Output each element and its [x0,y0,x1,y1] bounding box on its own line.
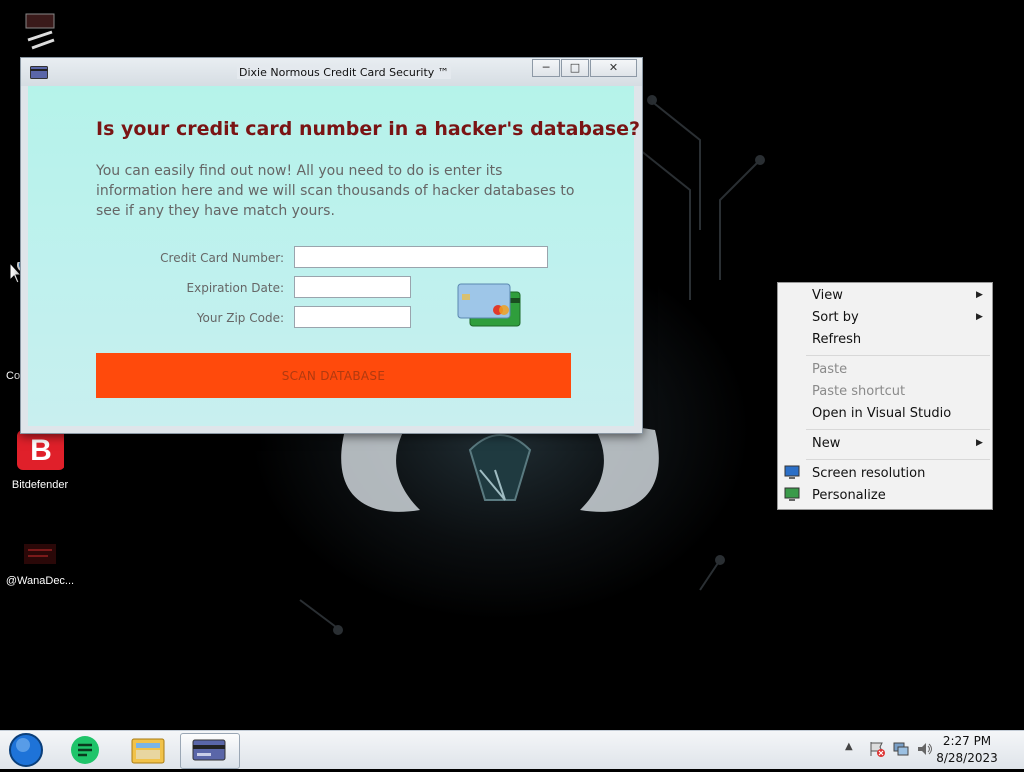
file-explorer-icon [131,738,165,764]
page-title: Is your credit card number in a hacker's… [96,118,641,140]
zip-code-label: Your Zip Code: [196,311,284,325]
clock-time[interactable]: 2:27 PM [932,734,1002,748]
clock-date[interactable]: 8/28/2023 [932,751,1002,765]
screen-resolution-icon [784,465,800,479]
card-number-input[interactable] [294,246,548,268]
menu-item-refresh[interactable]: Refresh [812,332,861,347]
maximize-icon: □ [569,61,581,74]
app-window: Dixie Normous Credit Card Security ™ ─ □… [20,57,643,434]
desktop-icon-label: @WanaDec... [5,575,75,587]
start-orb-icon [9,733,43,767]
minimize-icon: ─ [542,61,550,74]
taskbar: ▲ 2:27 PM 8/28/2023 [0,730,1024,769]
bitdefender-icon: B [17,430,65,470]
menu-separator [806,459,990,460]
app-card-icon [192,739,226,761]
submenu-arrow-icon: ▶ [976,312,983,322]
taskbar-app-explorer[interactable] [120,733,176,767]
zip-code-input[interactable] [294,306,411,328]
desktop-context-menu: View ▶ Sort by ▶ Refresh Paste Paste sho… [777,282,993,510]
wanadec-icon [24,544,56,564]
description-text: You can easily find out now! All you nee… [96,163,575,219]
tools-icon [25,13,55,50]
window-title: Dixie Normous Credit Card Security ™ [237,66,451,79]
menu-item-personalize[interactable]: Personalize [812,488,886,503]
desktop-icon-bitdefender[interactable]: B Bitdefender [0,428,80,491]
app-card-icon [30,66,48,79]
show-hidden-icons-icon[interactable]: ▲ [845,741,853,752]
scan-database-button[interactable]: SCAN DATABASE [96,353,571,398]
menu-item-sort-by[interactable]: Sort by [812,310,859,325]
card-number-label: Credit Card Number: [160,251,284,265]
network-icon[interactable] [892,740,910,758]
credit-cards-icon [457,283,521,327]
desktop-icon-wanadec[interactable]: @WanaDec... [0,540,80,587]
close-icon: ✕ [608,61,619,74]
menu-item-paste[interactable]: Paste [812,362,847,377]
submenu-arrow-icon: ▶ [976,438,983,448]
notes-app-icon [71,736,99,764]
taskbar-app-credit-card-security[interactable] [180,733,240,769]
maximize-button[interactable]: □ [561,59,589,77]
svg-text:B: B [30,434,52,467]
menu-item-new[interactable]: New [812,436,840,451]
close-button[interactable]: ✕ [590,59,637,77]
personalize-icon [784,487,800,501]
menu-separator [806,355,990,356]
menu-item-paste-shortcut[interactable]: Paste shortcut [812,384,905,399]
desktop-icon-top[interactable] [0,10,80,57]
minimize-button[interactable]: ─ [532,59,560,77]
expiration-date-input[interactable] [294,276,411,298]
window-titlebar[interactable]: Dixie Normous Credit Card Security ™ ─ □… [21,58,642,86]
menu-separator [806,429,990,430]
window-client-area: Is your credit card number in a hacker's… [28,86,640,426]
menu-item-view[interactable]: View [812,288,843,303]
menu-item-screen-resolution[interactable]: Screen resolution [812,466,925,481]
submenu-arrow-icon: ▶ [976,290,983,300]
taskbar-app-notes[interactable] [58,733,114,767]
action-center-flag-icon[interactable] [868,740,886,758]
start-button[interactable] [6,732,46,768]
expiration-date-label: Expiration Date: [186,281,284,295]
desktop-icon-label: Bitdefender [11,479,69,491]
menu-item-open-in-visual-studio[interactable]: Open in Visual Studio [812,406,951,421]
